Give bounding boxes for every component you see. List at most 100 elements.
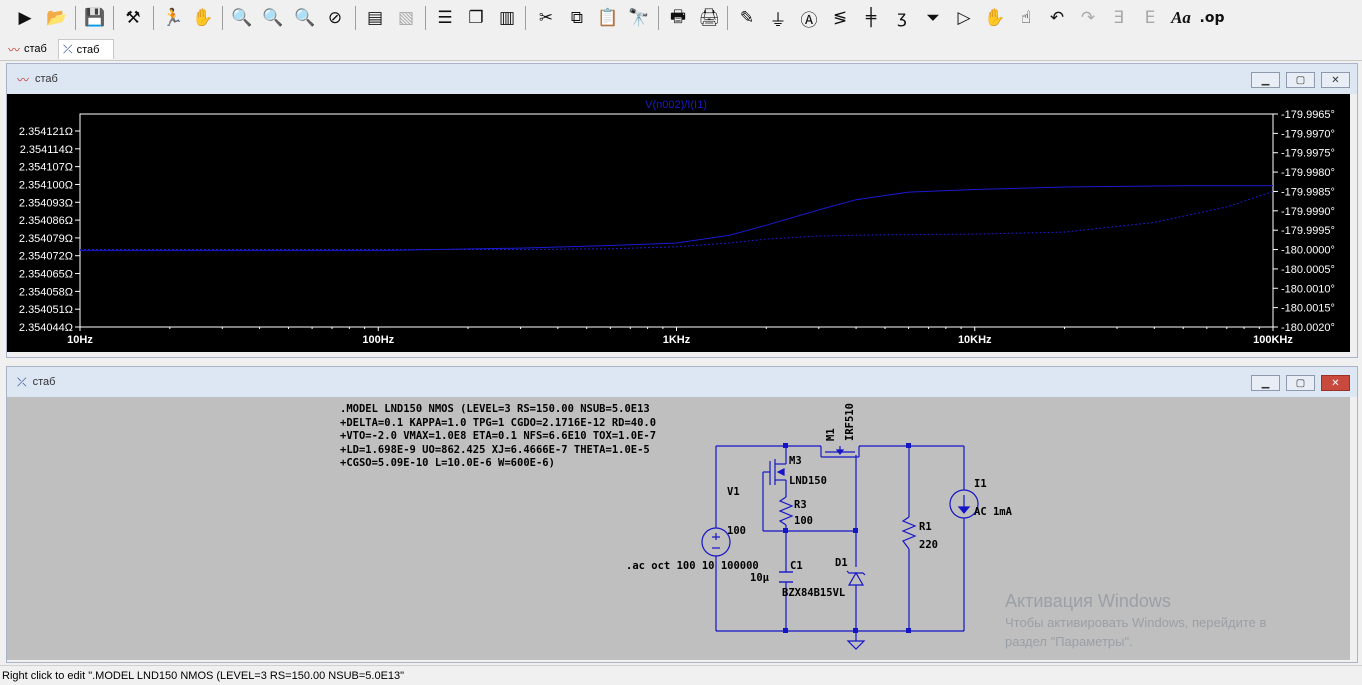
toolbar-separator xyxy=(222,6,223,30)
x-axis-tick-label: 100Hz xyxy=(362,334,394,346)
capacitor-icon[interactable]: ╪ xyxy=(858,5,884,31)
label-net-icon[interactable]: Ⓐ xyxy=(796,5,822,31)
text-icon[interactable]: Aa xyxy=(1168,5,1194,31)
pan-hand-icon[interactable]: ✋ xyxy=(190,5,216,31)
waveform-icon: 〰 xyxy=(17,72,30,87)
left-axis-tick-label: 2.354065Ω xyxy=(19,269,73,281)
zoom-out-icon[interactable]: 🔍 xyxy=(292,5,318,31)
v1-name[interactable]: V1 xyxy=(727,486,740,498)
control-panel-icon[interactable]: ⚒ xyxy=(120,5,146,31)
right-axis-tick-label: -180.0000° xyxy=(1281,245,1335,257)
m3-name[interactable]: M3 xyxy=(789,455,802,467)
tile-vertical-icon[interactable]: ▥ xyxy=(494,5,520,31)
left-axis-tick-label: 2.354051Ω xyxy=(19,304,73,316)
close-button[interactable]: ✕ xyxy=(1321,72,1350,88)
toolbar-separator xyxy=(658,6,659,30)
c1-value[interactable]: 10µ xyxy=(750,572,769,584)
cut-icon[interactable]: ✂ xyxy=(533,5,559,31)
activation-watermark-line1: Чтобы активировать Windows, перейдите в xyxy=(1005,615,1267,630)
left-axis-tick-label: 2.354072Ω xyxy=(19,251,73,263)
undo-icon[interactable]: ↶ xyxy=(1044,5,1070,31)
left-axis-tick-label: 2.354100Ω xyxy=(19,179,73,191)
m3-value[interactable]: LND150 xyxy=(789,475,827,487)
right-axis-tick-label: -180.0015° xyxy=(1281,303,1335,315)
diode-icon[interactable]: ⏷ xyxy=(920,5,946,31)
zoom-in-icon[interactable]: 🔍 xyxy=(229,5,255,31)
i1-value[interactable]: AC 1mA xyxy=(974,506,1012,518)
schematic-icon: ⤫ xyxy=(63,42,73,56)
tile-horizontal-icon[interactable]: ☰ xyxy=(432,5,458,31)
schematic-icon: ⤫ xyxy=(17,374,27,389)
close-button[interactable]: ✕ xyxy=(1321,375,1350,391)
right-axis-tick-label: -179.9980° xyxy=(1281,167,1335,179)
ac-analysis-directive[interactable]: .ac oct 100 10 100000 xyxy=(626,560,759,572)
i1-name[interactable]: I1 xyxy=(974,478,987,490)
v1-value[interactable]: 100 xyxy=(727,525,746,537)
mirror-icon[interactable]: E xyxy=(1137,5,1163,31)
r3-name[interactable]: R3 xyxy=(794,499,807,511)
left-axis-tick-label: 2.354079Ω xyxy=(19,233,73,245)
waveform-icon: 〰 xyxy=(8,42,21,57)
rotate-icon[interactable]: Ǝ xyxy=(1106,5,1132,31)
right-axis-tick-label: -179.9990° xyxy=(1281,206,1335,218)
inductor-icon[interactable]: ʒ xyxy=(889,5,915,31)
d1-value[interactable]: BZX84B15VL xyxy=(782,587,845,599)
tab-label: стаб xyxy=(76,43,100,56)
activation-watermark-line2: раздел "Параметры". xyxy=(1005,634,1133,649)
zoom-cancel-icon[interactable]: ⊘ xyxy=(322,5,348,31)
wire-pencil-icon[interactable]: ✎ xyxy=(734,5,760,31)
schematic-window-titlebar: ⤫ стаб ▁ ▢ ✕ xyxy=(7,367,1357,397)
toolbar-separator xyxy=(75,6,76,30)
print-icon[interactable]: 🖨 xyxy=(696,5,722,31)
left-axis-tick-label: 2.354121Ω xyxy=(19,126,73,138)
print-setup-icon[interactable]: 🖶 xyxy=(665,5,691,31)
x-axis-tick-label: 1KHz xyxy=(663,334,691,346)
trace-label[interactable]: V(n002)/I(I1) xyxy=(645,99,707,111)
ground-icon[interactable]: ⏚ xyxy=(765,5,791,31)
r1-value[interactable]: 220 xyxy=(919,539,938,551)
right-axis-tick-label: -180.0020° xyxy=(1281,322,1335,334)
ground-symbol xyxy=(846,640,866,650)
waveform-window: 〰 стаб ▁ ▢ ✕ V(n002)/I(I1) 2.354121Ω 2.35… xyxy=(6,63,1358,358)
component-icon[interactable]: ▷ xyxy=(951,5,977,31)
maximize-button[interactable]: ▢ xyxy=(1286,375,1315,391)
tab-waveform[interactable]: 〰 стаб xyxy=(4,39,57,59)
save-icon[interactable]: 💾 xyxy=(82,5,108,31)
minimize-button[interactable]: ▁ xyxy=(1251,72,1280,88)
r1-name[interactable]: R1 xyxy=(919,521,932,533)
redo-icon[interactable]: ↷ xyxy=(1075,5,1101,31)
maximize-button[interactable]: ▢ xyxy=(1286,72,1315,88)
m1-name[interactable]: M1 xyxy=(825,428,837,441)
run-icon[interactable]: ▶ xyxy=(12,5,38,31)
status-text: Right click to edit ".MODEL LND150 NMOS … xyxy=(2,669,405,682)
minimize-button[interactable]: ▁ xyxy=(1251,375,1280,391)
right-axis-tick-label: -180.0005° xyxy=(1281,264,1335,276)
halt-icon[interactable]: 🏃 xyxy=(160,5,186,31)
plot-pane[interactable]: V(n002)/I(I1) 2.354121Ω 2.354114Ω 2.354107… xyxy=(7,94,1350,352)
cascade-icon[interactable]: ❐ xyxy=(463,5,489,31)
autorange-icon[interactable]: ▤ xyxy=(362,5,388,31)
tab-label: стаб xyxy=(24,43,47,55)
resistor-icon[interactable]: ≶ xyxy=(827,5,853,31)
move-hand-icon[interactable]: ✋ xyxy=(982,5,1008,31)
tab-schematic[interactable]: ⤫ стаб xyxy=(58,39,114,59)
x-axis-tick-label: 100KHz xyxy=(1253,334,1293,346)
toolbar-separator xyxy=(425,6,426,30)
status-bar: Right click to edit ".MODEL LND150 NMOS … xyxy=(0,665,1362,685)
left-axis-tick-label: 2.354114Ω xyxy=(20,144,73,156)
m1-value[interactable]: IRF510 xyxy=(844,403,856,441)
fit-icon[interactable]: ▧ xyxy=(393,5,419,31)
paste-icon[interactable]: 📋 xyxy=(595,5,621,31)
zoom-area-icon[interactable]: 🔍 xyxy=(260,5,286,31)
d1-name[interactable]: D1 xyxy=(835,557,848,569)
spice-directive-icon[interactable]: .op xyxy=(1199,5,1225,31)
phase-trace xyxy=(80,191,1274,250)
drag-hand-icon[interactable]: ☝ xyxy=(1013,5,1039,31)
copy-icon[interactable]: ⧉ xyxy=(564,5,590,31)
right-axis-tick-label: -179.9995° xyxy=(1281,225,1335,237)
c1-name[interactable]: C1 xyxy=(790,560,803,572)
r3-value[interactable]: 100 xyxy=(794,515,813,527)
find-icon[interactable]: 🔭 xyxy=(626,5,652,31)
schematic-canvas[interactable]: .MODEL LND150 NMOS (LEVEL=3 RS=150.00 NS… xyxy=(7,397,1350,660)
open-icon[interactable]: 📂 xyxy=(44,5,70,31)
